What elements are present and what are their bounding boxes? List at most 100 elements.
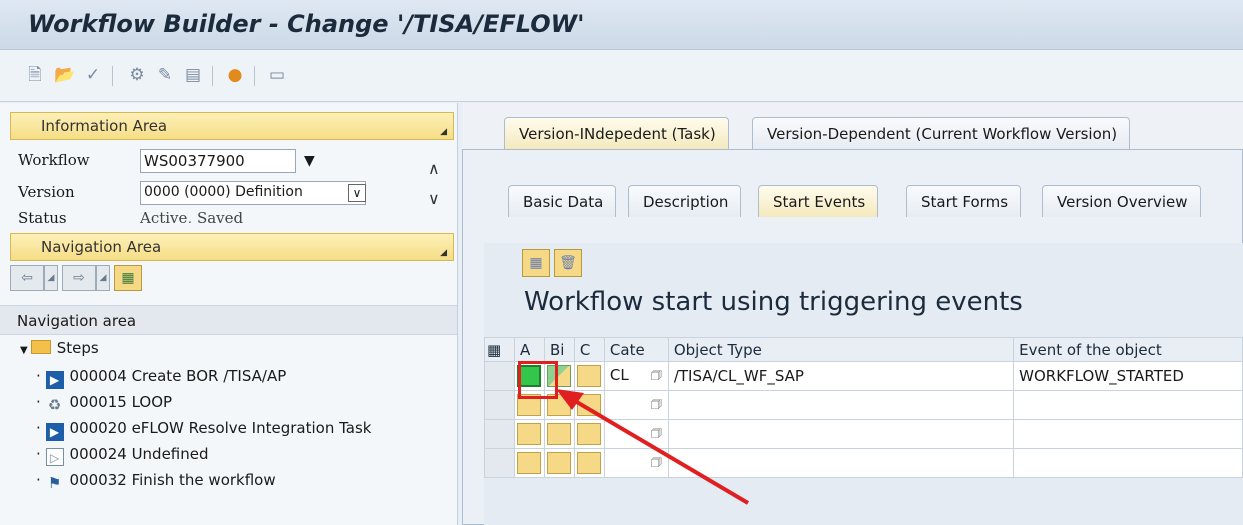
tab-start-forms[interactable]: Start Forms [906,185,1022,217]
layout-icon[interactable]: ▭ [266,64,288,86]
table-row[interactable]: CL 🗇 /TISA/CL_WF_SAP WORKFLOW_STARTED [484,361,1243,391]
step-label: 000032 Finish the workflow [69,471,276,489]
status-label: Status [18,209,67,223]
tree-root-label: Steps [56,339,99,357]
condition-icon[interactable] [576,394,601,416]
condition-cell[interactable] [573,448,605,478]
category-value: CL [609,365,629,384]
dropdown-arrow-icon[interactable]: ▼ [304,153,315,169]
f4-help-icon[interactable]: 🗇 [651,424,662,445]
expand-triangle-icon[interactable]: ▼ [20,345,28,356]
chevron-down-icon[interactable]: ∨ [348,184,366,202]
category-cell[interactable]: 🗇 [603,390,669,420]
table-row[interactable]: 🗇 [484,419,1243,449]
workflow-field[interactable]: WS00377900 [140,149,296,173]
inactive-icon[interactable] [516,423,541,445]
row-selector[interactable] [484,390,515,420]
step-label: 000020 eFLOW Resolve Integration Task [69,419,372,437]
delete-icon[interactable]: 🗑 [554,249,582,277]
condition-icon[interactable] [576,452,601,474]
binding-cell[interactable] [543,419,575,449]
check-icon[interactable]: ✓ [82,64,104,86]
binding-empty-icon[interactable] [546,423,571,445]
tree-step-row[interactable]: · ♻ 000015 LOOP [36,393,172,417]
forward-history-dropdown[interactable]: ◢ [96,265,110,291]
print-icon[interactable]: ▤ [182,64,204,86]
binding-cell[interactable] [543,448,575,478]
version-label: Version [18,183,75,201]
column-category[interactable]: Cate [603,337,669,362]
version-select[interactable]: 0000 (0000) Definition [140,181,366,205]
start-events-content: ▦ 🗑 Workflow start using triggering even… [484,243,1243,525]
category-cell[interactable]: 🗇 [603,448,669,478]
table-row[interactable]: 🗇 [484,390,1243,420]
tree-step-row[interactable]: · ⚑ 000032 Finish the workflow [36,471,276,495]
binding-icon[interactable]: ● [224,64,246,86]
column-binding[interactable]: Bi [543,337,575,362]
tree-step-row[interactable]: · ▶ 000004 Create BOR /TISA/AP [36,367,286,391]
condition-cell[interactable] [573,419,605,449]
event-cell[interactable]: WORKFLOW_STARTED [1013,361,1243,391]
tab-start-events[interactable]: Start Events [758,185,879,217]
column-event[interactable]: Event of the object [1013,337,1243,362]
information-area-header[interactable]: Information Area ◢ [10,112,454,140]
row-selector[interactable] [484,448,515,478]
navigation-area-header[interactable]: Navigation Area ◢ [10,233,454,261]
table-row[interactable]: 🗇 [484,448,1243,478]
undefined-step-icon: ▷ [45,448,64,466]
active-cell[interactable] [513,448,545,478]
scroll-down-icon[interactable]: ∨ [428,189,440,208]
object-type-cell[interactable]: /TISA/CL_WF_SAP [667,361,1015,391]
column-condition[interactable]: C [573,337,605,362]
activate-icon[interactable]: ⚙ [126,64,148,86]
section-title: Workflow start using triggering events [524,287,1023,317]
object-type-cell[interactable] [667,448,1015,478]
tab-description[interactable]: Description [628,185,742,217]
column-object-type[interactable]: Object Type [667,337,1015,362]
event-cell[interactable] [1013,448,1243,478]
active-cell[interactable] [513,419,545,449]
tab-basic-data[interactable]: Basic Data [508,185,617,217]
new-icon[interactable]: 🗎 [24,64,46,86]
condition-cell[interactable] [573,390,605,420]
row-selector[interactable] [484,361,515,391]
tab-version-overview[interactable]: Version Overview [1042,185,1201,217]
condition-cell[interactable] [573,361,605,391]
tab-version-independent[interactable]: Version-INdepedent (Task) [504,117,729,149]
object-type-cell[interactable] [667,390,1015,420]
select-all-icon[interactable]: ▦ [484,337,515,362]
object-type-cell[interactable] [667,419,1015,449]
scroll-up-icon[interactable]: ∧ [428,159,440,178]
overview-icon[interactable]: ▦ [114,265,142,291]
step-label: 000004 Create BOR /TISA/AP [69,367,287,385]
condition-icon[interactable] [576,423,601,445]
f4-help-icon[interactable]: 🗇 [651,395,662,416]
f4-help-icon[interactable]: 🗇 [651,366,662,387]
tree-root-steps[interactable]: ▼ Steps [20,339,99,363]
column-active[interactable]: A [513,337,545,362]
title-bar: Workflow Builder - Change '/TISA/EFLOW' [0,0,1243,50]
tab-version-dependent[interactable]: Version-Dependent (Current Workflow Vers… [752,117,1131,149]
edit-icon[interactable]: ✎ [154,64,176,86]
back-arrow-icon[interactable]: ⇦ [10,265,44,291]
status-value: Active, Saved [140,209,244,223]
event-cell[interactable] [1013,419,1243,449]
tree-step-row[interactable]: · ▶ 000020 eFLOW Resolve Integration Task [36,419,371,443]
folder-icon [30,340,51,354]
back-history-dropdown[interactable]: ◢ [44,265,58,291]
category-cell[interactable]: 🗇 [603,419,669,449]
open-icon[interactable]: 📂 [54,64,76,86]
bullet-icon: · [36,445,46,463]
row-selector[interactable] [484,419,515,449]
workflow-label: Workflow [18,151,90,169]
f4-help-icon[interactable]: 🗇 [651,453,662,474]
tree-step-row[interactable]: · ▷ 000024 Undefined [36,445,209,469]
forward-arrow-icon[interactable]: ⇨ [62,265,96,291]
binding-empty-icon[interactable] [546,452,571,474]
details-icon[interactable]: ▦ [522,249,550,277]
category-cell[interactable]: CL 🗇 [603,361,669,391]
bullet-icon: · [36,367,46,385]
event-cell[interactable] [1013,390,1243,420]
condition-icon[interactable] [576,365,601,387]
inactive-icon[interactable] [516,452,541,474]
